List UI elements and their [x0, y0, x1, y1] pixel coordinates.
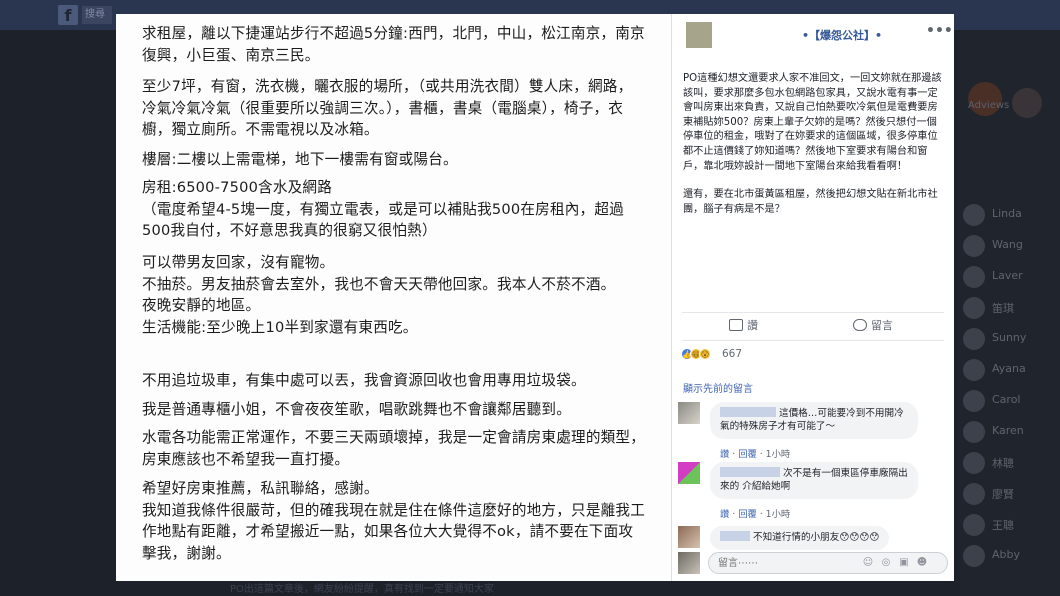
contact-item[interactable]: Abby [960, 543, 1060, 573]
emoji-icon[interactable]: ☺ [862, 557, 874, 569]
contact-avatar [963, 421, 985, 443]
contact-avatar [963, 235, 985, 257]
contact-item[interactable]: 林聰 [960, 450, 1060, 480]
comment-meta: 讚 · 回覆 · 1小時 [720, 449, 791, 460]
contact-name: Sunny [992, 331, 1027, 344]
contact-avatar [963, 297, 985, 319]
chat-sidebar: Adviews Linda Wang Laver 笛琪 Sunny Ayana Carol K… [960, 30, 1060, 596]
commenter-avatar[interactable] [678, 402, 700, 424]
contact-name: Ayana [992, 362, 1026, 375]
photo-paragraph: 樓層:二樓以上需電梯，地下一樓需有窗或陽台。 [142, 151, 458, 168]
comment-like-link[interactable]: 讚 [720, 509, 729, 520]
contact-avatar [963, 328, 985, 350]
contact-name: Abby [992, 548, 1020, 561]
contact-item[interactable]: Linda [960, 202, 1060, 232]
sidebar-avatar[interactable] [1012, 88, 1042, 118]
contact-avatar [963, 545, 985, 567]
post-paragraph: 還有，要在北市蛋黃區租屋，然後把幻想文貼在新北市社團，腦子有病是不是？ [683, 189, 938, 215]
divider [682, 340, 944, 341]
photo-paragraph: 至少7坪，有窗，洗衣機，曬衣服的場所，（或共用洗衣間）雙人床，網路，冷氣冷氣冷氣… [142, 78, 633, 138]
contact-avatar [963, 204, 985, 226]
comment-time[interactable]: 1小時 [766, 509, 791, 520]
photo-paragraph: 不用追垃圾車，有集中處可以丟，我會資源回收也會用專用垃圾袋。 [142, 372, 586, 389]
commenter-avatar[interactable] [678, 462, 700, 484]
poster-avatar[interactable] [686, 22, 712, 48]
view-earlier-comments-link[interactable]: 顯示先前的留言 [683, 380, 753, 395]
comment-reply-link[interactable]: 回覆 [738, 509, 757, 520]
commenter-name-redacted[interactable] [720, 467, 780, 477]
contact-name: 廖賢 [992, 488, 1014, 501]
poster-name[interactable]: •【爆怨公社】• [802, 27, 882, 43]
commenter-name-redacted[interactable] [720, 531, 750, 541]
photo-paragraph: 可以帶男友回家，沒有寵物。 不抽菸。男友抽菸會去室外，我也不會天天帶他回家。我本… [142, 254, 616, 336]
comment-composer: ☺ ◎ ▣ ☻ [678, 550, 948, 576]
comment-bubble: 這價格…可能要冷到不用開冷氣的特殊房子才有可能了～ [710, 402, 918, 439]
photo-paragraph: 希望好房東推薦，私訊聯絡，感謝。 我知道我條件很嚴苛，但的確我現在就是住在條件這… [142, 480, 645, 562]
reaction-count: 667 [722, 348, 743, 360]
photo-paragraph: 求租屋，離以下捷運站步行不超過5分鐘:西門，北門，中山，松江南京，南京復興，小巨… [142, 25, 645, 64]
contact-name: Carol [992, 393, 1021, 406]
gif-icon[interactable]: ▣ [898, 557, 910, 569]
contact-avatar [963, 390, 985, 412]
comment-reply-link[interactable]: 回覆 [738, 449, 757, 460]
comment-time[interactable]: 1小時 [766, 449, 791, 460]
comment-like-link[interactable]: 讚 [720, 449, 729, 460]
photo-paragraph: 房租:6500-7500含水及網路 （電度希望4-5塊一度，有獨立電表，或是可以… [142, 179, 624, 239]
sticker-icon[interactable]: ☻ [916, 557, 928, 569]
contact-name: Karen [992, 424, 1024, 437]
photo-paragraph: 水電各功能需正常運作，不要三天兩頭壞掉，我是一定會請房東處理的類型，房東應該也不… [142, 429, 645, 468]
search-input[interactable]: 搜尋 [82, 6, 112, 24]
contact-name: 笛琪 [992, 302, 1014, 315]
contact-avatar [963, 483, 985, 505]
contact-name: Wang [992, 238, 1023, 251]
more-options-icon[interactable]: ••• [926, 23, 953, 39]
contact-item[interactable]: 廖賢 [960, 481, 1060, 511]
comment-button[interactable]: 留言 [853, 317, 893, 333]
camera-icon[interactable]: ◎ [880, 557, 892, 569]
thumbs-up-icon [729, 319, 743, 331]
speech-bubble-icon [853, 319, 867, 331]
contact-item[interactable]: Wang [960, 233, 1060, 263]
comment-bubble: 次不是有一個東區停車廠隔出來的 介紹給她啊 [710, 462, 918, 499]
like-button[interactable]: 讚 [729, 317, 758, 333]
contact-avatar [963, 514, 985, 536]
post-side-panel: •【爆怨公社】• ••• PO這種幻想文還要求人家不准回文，一回文妳就在那邊該該… [671, 14, 954, 581]
contact-name: 王聰 [992, 519, 1014, 532]
photo-viewer-image: 求租屋，離以下捷運站步行不超過5分鐘:西門，北門，中山，松江南京，南京復興，小巨… [116, 14, 671, 581]
contact-avatar [963, 452, 985, 474]
comment-meta: 讚 · 回覆 · 1小時 [720, 509, 791, 520]
contact-item[interactable]: 笛琪 [960, 295, 1060, 325]
divider [682, 312, 944, 313]
commenter-avatar[interactable] [678, 526, 700, 548]
contact-name: Laver [992, 269, 1023, 282]
background-caption: PO出這篇文章後，網友紛紛提醒，真有找到一定要通知大家 [230, 584, 494, 595]
comment-bubble: 不知道行情的小朋友😯😯😯😯 [710, 526, 890, 550]
contact-item[interactable]: Ayana [960, 357, 1060, 387]
contact-name: Linda [992, 207, 1022, 220]
commenter-name-redacted[interactable] [720, 407, 776, 417]
like-label: 讚 [747, 319, 758, 332]
current-user-avatar [678, 552, 700, 574]
comment-label: 留言 [871, 319, 893, 332]
photo-paragraph: 我是普通專櫃小姐，不會夜夜笙歌，唱歌跳舞也不會讓鄰居聽到。 [142, 401, 572, 418]
comment-text: 不知道行情的小朋友😯😯😯😯 [753, 532, 880, 543]
contact-avatar [963, 359, 985, 381]
contact-name: 林聰 [992, 457, 1014, 470]
contact-avatar [963, 266, 985, 288]
wow-reaction-icon: 😮 [699, 348, 711, 360]
contact-item[interactable]: Laver [960, 264, 1060, 294]
contact-item[interactable]: Sunny [960, 326, 1060, 356]
contact-item[interactable]: Karen [960, 419, 1060, 449]
sidebar-label: Adviews [968, 100, 1010, 111]
post-paragraph: PO這種幻想文還要求人家不准回文，一回文妳就在那邊該該叫，要求那麼多包水包網路包… [683, 73, 942, 172]
contact-item[interactable]: 王聰 [960, 512, 1060, 542]
contact-item[interactable]: Carol [960, 388, 1060, 418]
post-body: PO這種幻想文還要求人家不准回文，一回文妳就在那邊該該叫，要求那麼多包水包網路包… [683, 72, 945, 231]
comment-input[interactable] [708, 552, 948, 574]
facebook-logo-icon[interactable]: f [58, 5, 78, 25]
